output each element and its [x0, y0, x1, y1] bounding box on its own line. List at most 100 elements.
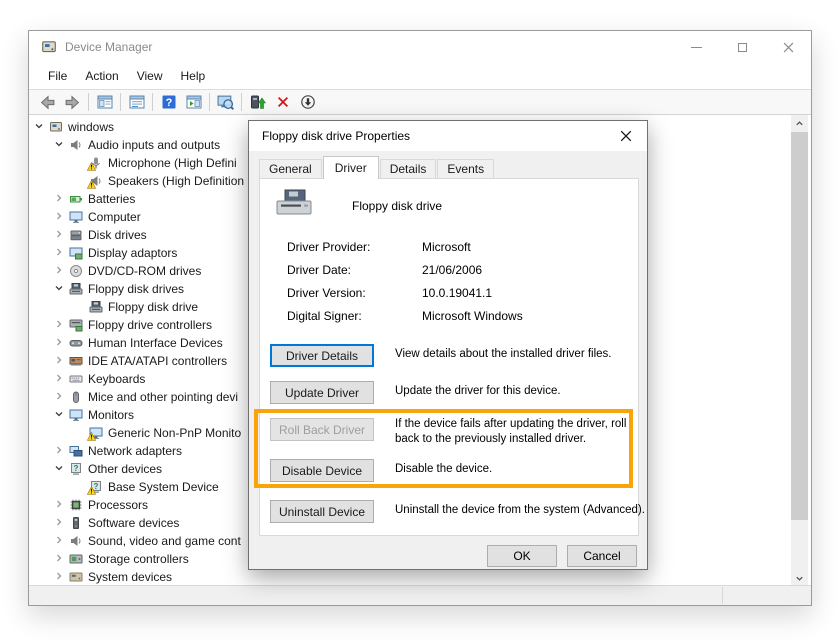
- uninstall-icon: [275, 94, 291, 110]
- action-description: Update the driver for this device.: [395, 385, 651, 397]
- tab-details[interactable]: Details: [380, 159, 437, 178]
- tree-item-label: Other devices: [88, 462, 162, 476]
- field-label: Driver Version:: [287, 286, 366, 300]
- tree-item-label: Display adaptors: [88, 246, 177, 260]
- chevron-expanded-icon[interactable]: [54, 283, 66, 295]
- help-icon: ?: [161, 94, 177, 110]
- vertical-scrollbar[interactable]: [791, 115, 808, 587]
- action-description: Disable the device.: [395, 463, 651, 475]
- storage-icon: [69, 552, 83, 566]
- dialog-tabs: GeneralDriverDetailsEvents: [259, 155, 495, 178]
- forward-button[interactable]: [60, 91, 85, 113]
- driver-info-row: Driver Provider: Microsoft: [260, 240, 638, 256]
- console-tree-button[interactable]: [92, 91, 117, 113]
- uninstall-button[interactable]: [270, 91, 295, 113]
- menu-action[interactable]: Action: [76, 65, 127, 87]
- cancel-button[interactable]: Cancel: [567, 545, 637, 567]
- chevron-collapsed-icon[interactable]: [54, 499, 66, 511]
- tree-item-label: IDE ATA/ATAPI controllers: [88, 354, 227, 368]
- chevron-up-icon: [795, 119, 804, 128]
- chevron-collapsed-icon[interactable]: [54, 373, 66, 385]
- menu-view[interactable]: View: [128, 65, 172, 87]
- chevron-collapsed-icon[interactable]: [54, 319, 66, 331]
- update-driver-button[interactable]: Update Driver: [270, 381, 374, 404]
- statusbar-divider: [722, 587, 723, 604]
- floppy-icon: [69, 282, 83, 296]
- properties-button[interactable]: [124, 91, 149, 113]
- chevron-collapsed-icon[interactable]: [54, 535, 66, 547]
- field-value: Microsoft: [422, 240, 471, 254]
- tree-item-label: Storage controllers: [88, 552, 189, 566]
- chevron-collapsed-icon[interactable]: [54, 391, 66, 403]
- chevron-expanded-icon[interactable]: [54, 409, 66, 421]
- menu-file[interactable]: File: [39, 65, 76, 87]
- action-pane-button[interactable]: [181, 91, 206, 113]
- system-icon: [69, 570, 83, 584]
- scrollbar-thumb[interactable]: [791, 132, 808, 520]
- action-row: Disable DeviceDisable the device.: [270, 459, 632, 493]
- menu-help[interactable]: Help: [172, 65, 215, 87]
- disable-device-button[interactable]: Disable Device: [270, 459, 374, 482]
- maximize-icon: [738, 43, 747, 52]
- tab-events[interactable]: Events: [437, 159, 494, 178]
- tree-item-label: Base System Device: [108, 480, 219, 494]
- field-label: Driver Provider:: [287, 240, 370, 254]
- tree-item-label: Software devices: [88, 516, 179, 530]
- chevron-expanded-icon[interactable]: [34, 121, 46, 133]
- chevron-collapsed-icon[interactable]: [54, 571, 66, 583]
- tree-item-label: Network adapters: [88, 444, 182, 458]
- battery-icon: [69, 192, 83, 206]
- help-button[interactable]: ?: [156, 91, 181, 113]
- chevron-collapsed-icon[interactable]: [54, 229, 66, 241]
- close-button[interactable]: [765, 31, 811, 63]
- svg-text:?: ?: [165, 97, 172, 109]
- minimize-button[interactable]: [673, 31, 719, 63]
- tab-general[interactable]: General: [259, 159, 322, 178]
- device-manager-app-icon: [41, 39, 57, 55]
- dialog-close-button[interactable]: [611, 124, 641, 148]
- sound-icon: [69, 534, 83, 548]
- update-driver-button[interactable]: [245, 91, 270, 113]
- driver-details-button[interactable]: Driver Details: [270, 344, 374, 367]
- menubar: FileActionViewHelp: [31, 63, 809, 89]
- chevron-collapsed-icon[interactable]: [54, 355, 66, 367]
- tree-item-label: Mice and other pointing devi: [88, 390, 238, 404]
- driver-info-row: Digital Signer:Microsoft Windows: [260, 309, 638, 325]
- chevron-collapsed-icon[interactable]: [54, 211, 66, 223]
- tree-item-label: Monitors: [88, 408, 134, 422]
- chevron-collapsed-icon[interactable]: [54, 247, 66, 259]
- dvd-icon: [69, 264, 83, 278]
- tree-item-label: Disk drives: [88, 228, 147, 242]
- chevron-collapsed-icon[interactable]: [54, 445, 66, 457]
- tree-item-label: System devices: [88, 570, 172, 584]
- tree-item-label: Sound, video and game cont: [88, 534, 241, 548]
- tree-item[interactable]: System devices: [30, 568, 789, 586]
- disable-button[interactable]: [295, 91, 320, 113]
- field-label: Driver Date:: [287, 263, 351, 277]
- action-description: Uninstall the device from the system (Ad…: [395, 504, 651, 516]
- dialog-title: Floppy disk drive Properties: [262, 129, 410, 143]
- chevron-spacer: [74, 157, 86, 169]
- action-row: Update DriverUpdate the driver for this …: [270, 381, 632, 415]
- chevron-collapsed-icon[interactable]: [54, 265, 66, 277]
- tab-driver[interactable]: Driver: [323, 156, 379, 179]
- monitor-icon: [69, 210, 83, 224]
- scan-hardware-button[interactable]: [213, 91, 238, 113]
- chevron-collapsed-icon[interactable]: [54, 553, 66, 565]
- tree-item-label: Human Interface Devices: [88, 336, 223, 350]
- chevron-expanded-icon[interactable]: [54, 463, 66, 475]
- driver-info-row: Driver Date:21/06/2006: [260, 263, 638, 279]
- maximize-button[interactable]: [719, 31, 765, 63]
- scroll-up-button[interactable]: [791, 115, 808, 132]
- uninstall-device-button[interactable]: Uninstall Device: [270, 500, 374, 523]
- chevron-expanded-icon[interactable]: [54, 139, 66, 151]
- chevron-collapsed-icon[interactable]: [54, 337, 66, 349]
- ok-button[interactable]: OK: [487, 545, 557, 567]
- minimize-icon: [691, 47, 702, 48]
- chevron-collapsed-icon[interactable]: [54, 517, 66, 529]
- scan-hardware-icon: [217, 94, 234, 111]
- back-button[interactable]: [35, 91, 60, 113]
- action-description: If the device fails after updating the d…: [395, 417, 637, 447]
- chevron-collapsed-icon[interactable]: [54, 193, 66, 205]
- toolbar-separator: [88, 93, 89, 111]
